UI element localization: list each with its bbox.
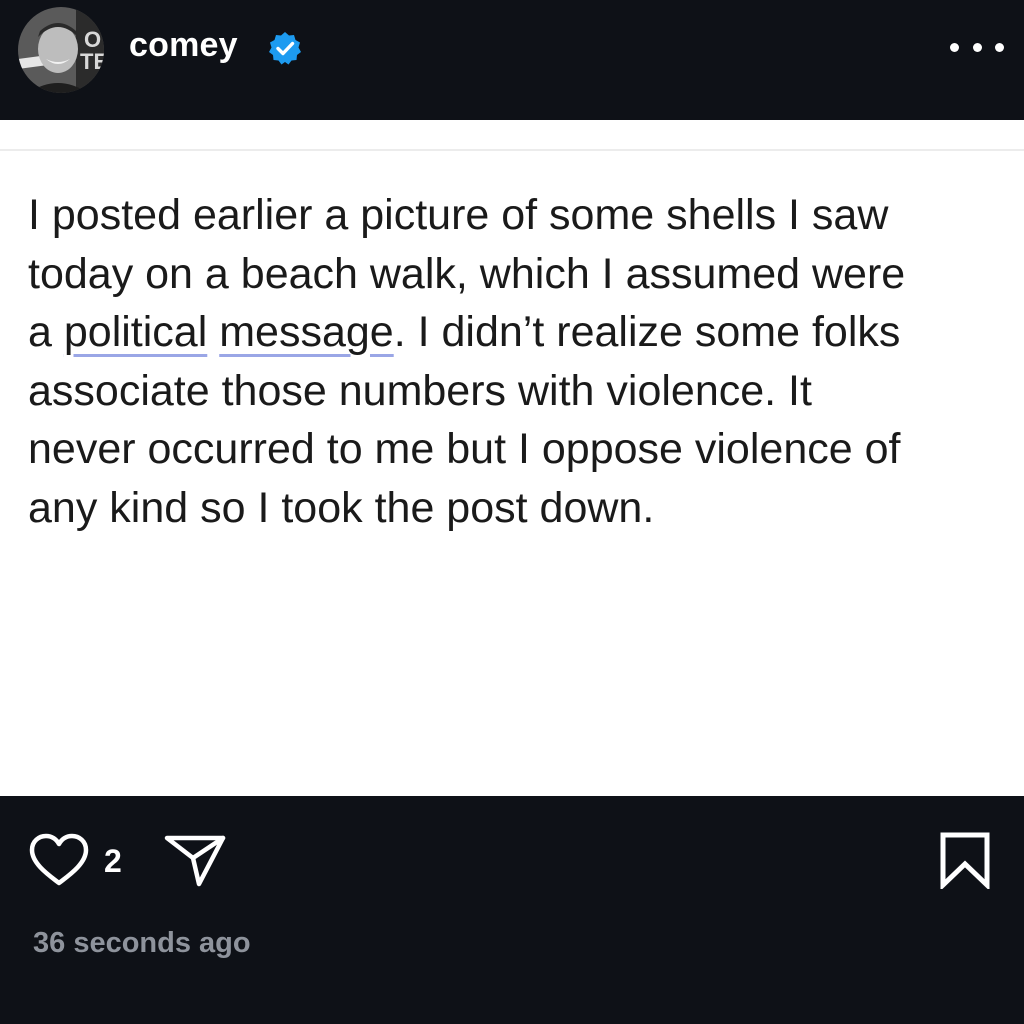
post-image[interactable]: I posted earlier a picture of some shell… — [0, 120, 1024, 796]
post-line: never occurred to me but I oppose violen… — [28, 425, 901, 473]
post-header: O TE comey — [0, 0, 1024, 120]
spellcheck-word: political — [63, 308, 208, 356]
spellcheck-word: message — [219, 308, 394, 356]
timestamp: 36 seconds ago — [33, 927, 251, 959]
post-line: any kind so I took the post down. — [28, 483, 655, 532]
post-actions: 2 36 seconds ago — [0, 796, 1024, 1024]
post-line: today on a beach walk, which I assumed w… — [28, 249, 906, 298]
bookmark-icon[interactable] — [938, 831, 992, 889]
divider — [0, 149, 1024, 151]
verified-badge-icon — [269, 32, 301, 65]
post-text-fragment — [207, 308, 219, 356]
post-line: associate those numbers with violence. I… — [28, 366, 812, 415]
dot — [950, 42, 959, 52]
post-line: a political message. I didn’t realize so… — [28, 303, 1008, 362]
like-count[interactable]: 2 — [104, 843, 122, 880]
send-icon[interactable] — [163, 832, 227, 888]
post-screen: O TE comey I posted earlier a picture of… — [0, 0, 1024, 1024]
post-text-fragment: a — [28, 308, 64, 356]
post-text-fragment: . I didn’t realize some folks — [393, 308, 901, 356]
dot — [972, 42, 982, 52]
avatar[interactable]: O TE — [18, 7, 104, 93]
post-text: I posted earlier a picture of some shell… — [28, 186, 1008, 537]
svg-text:TE: TE — [80, 49, 104, 74]
profile-photo: O TE — [18, 7, 104, 93]
username[interactable]: comey — [129, 26, 238, 65]
post-line: I posted earlier a picture of some shell… — [28, 191, 889, 239]
more-options-icon[interactable] — [950, 30, 1004, 64]
heart-icon[interactable] — [28, 832, 90, 888]
dot — [995, 42, 1004, 52]
